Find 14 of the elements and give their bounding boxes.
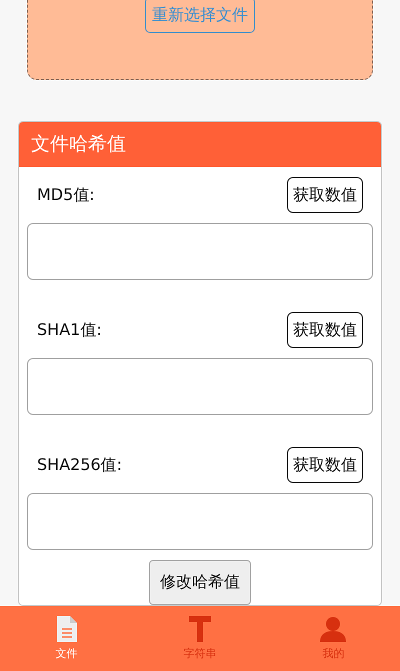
hash-label: SHA1值: <box>37 320 102 340</box>
user-icon <box>320 616 346 642</box>
hash-label: SHA256值: <box>37 454 122 476</box>
get-value-button[interactable]: 获取数值 <box>287 177 363 213</box>
text-icon <box>188 616 211 642</box>
hash-field[interactable] <box>27 223 373 280</box>
document-icon <box>56 616 77 642</box>
hash-field[interactable] <box>27 358 373 415</box>
card-title: 文件哈希值 <box>31 132 126 158</box>
get-value-button[interactable]: 获取数值 <box>287 447 363 483</box>
hash-label: MD5值: <box>37 184 95 206</box>
get-value-button[interactable]: 获取数值 <box>287 312 363 348</box>
hash-field[interactable] <box>27 493 373 550</box>
modify-hash-button[interactable]: 修改哈希值 <box>149 560 251 605</box>
